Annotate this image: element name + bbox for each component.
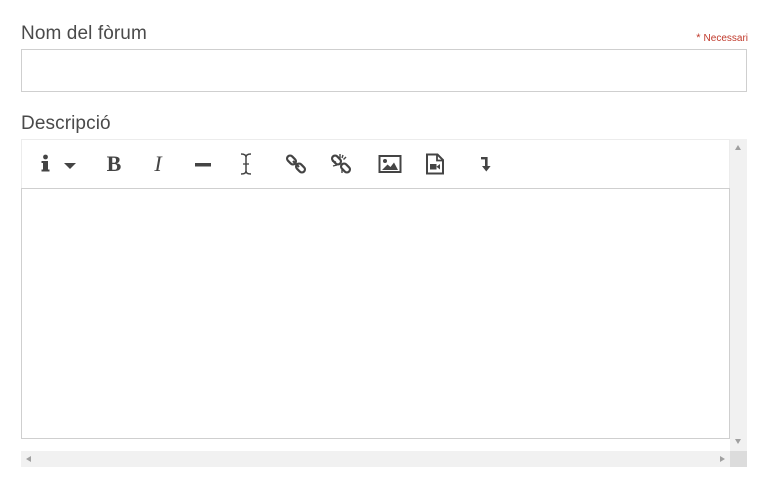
bold-icon: B <box>106 151 122 176</box>
required-indicator: * Necessari <box>696 32 748 44</box>
editor-content-area[interactable] <box>21 188 730 439</box>
unlink-button[interactable] <box>326 150 356 178</box>
link-icon <box>285 154 307 174</box>
italic-button[interactable]: I <box>143 150 173 178</box>
description-label: Descripció <box>21 113 111 134</box>
horizontal-rule-button[interactable] <box>188 150 218 178</box>
scrollbar-corner <box>730 451 747 467</box>
scroll-down-icon[interactable] <box>735 439 741 444</box>
description-editor: B I <box>21 139 730 451</box>
video-file-icon <box>426 153 444 175</box>
bold-button[interactable]: B <box>99 150 129 178</box>
text-cursor-icon <box>240 153 252 175</box>
info-dropdown-button[interactable] <box>34 150 80 178</box>
forum-name-input[interactable] <box>21 49 747 92</box>
image-button[interactable] <box>375 150 405 178</box>
text-cursor-button[interactable] <box>231 150 261 178</box>
required-asterisk-icon: * <box>696 32 701 44</box>
horizontal-scrollbar[interactable] <box>21 451 730 467</box>
forum-name-label: Nom del fòrum <box>21 23 147 44</box>
scroll-left-icon[interactable] <box>26 455 31 462</box>
info-icon <box>41 154 76 172</box>
italic-icon: I <box>154 151 162 176</box>
arrow-down-icon <box>481 157 491 172</box>
link-button[interactable] <box>281 150 311 178</box>
unlink-icon <box>330 154 352 174</box>
horizontal-rule-icon <box>195 163 211 167</box>
media-button[interactable] <box>420 150 450 178</box>
scroll-right-icon[interactable] <box>720 455 725 462</box>
vertical-scrollbar[interactable] <box>730 139 747 451</box>
scroll-up-icon[interactable] <box>735 145 741 150</box>
more-button[interactable] <box>470 150 500 178</box>
image-icon <box>378 155 402 173</box>
editor-toolbar: B I <box>21 139 730 188</box>
required-label: Necessari <box>703 33 748 44</box>
